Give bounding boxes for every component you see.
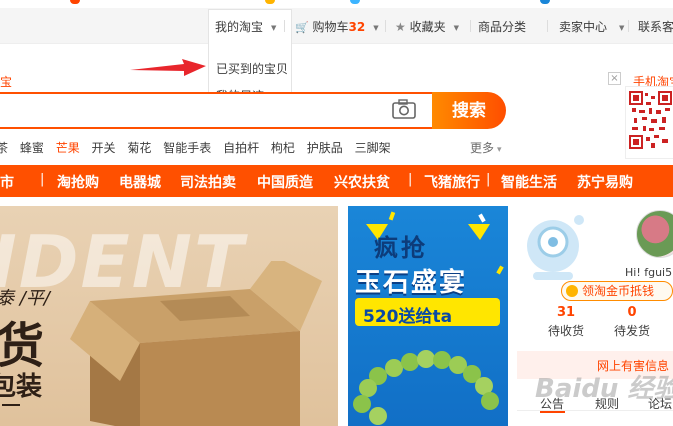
hot-word[interactable]: 菊花 (127, 141, 151, 155)
banner-subtitle: 包装 (0, 372, 43, 402)
divider (470, 20, 471, 32)
coin-button[interactable]: 领淘金币抵钱 (561, 281, 673, 301)
hot-words: 茶 蜂蜜 芒果 开关 菊花 智能手表 自拍杆 枸杞 护肤品 三脚架 (0, 139, 399, 156)
hot-word[interactable]: 开关 (92, 141, 116, 155)
promo-title: 疯抢 (374, 234, 428, 262)
stat-receiving-count[interactable]: 31 (541, 305, 591, 320)
red-arrow-annotation (130, 59, 206, 76)
nav-separator: | (408, 172, 413, 187)
hot-word[interactable]: 自拍杆 (223, 141, 259, 155)
cart-link[interactable]: 🛒 购物车32 ▼ (295, 18, 379, 35)
caret-down-icon: ▼ (271, 23, 277, 32)
hot-word[interactable]: 智能手表 (163, 141, 211, 155)
hot-word[interactable]: 茶 (0, 141, 8, 155)
hot-word[interactable]: 三脚架 (355, 141, 391, 155)
nav-separator: | (40, 172, 45, 187)
promo-pill-text: 520送给ta (363, 307, 453, 327)
nav-item[interactable]: 淘抢购 (57, 172, 99, 192)
nav-item[interactable]: 市 (0, 172, 14, 192)
cart-count: 32 (348, 20, 366, 34)
camera-icon[interactable] (392, 99, 416, 119)
mascot-icon (527, 215, 584, 280)
hot-word[interactable]: 芒果 (56, 141, 80, 155)
nav-separator: | (486, 172, 491, 187)
qr-code-pattern (629, 90, 673, 150)
caret-down-icon: ▼ (453, 23, 459, 32)
more-link[interactable]: 更多 ▾ (470, 139, 502, 156)
my-taobao-menu[interactable]: 我的淘宝 ▼ (215, 18, 276, 35)
hot-word[interactable]: 枸杞 (271, 141, 295, 155)
chevron-down-icon: ▾ (497, 145, 502, 155)
nav-item[interactable]: 苏宁易购 (577, 172, 633, 192)
favorites-link[interactable]: ★ 收藏夹 ▼ (395, 18, 459, 35)
hot-word[interactable]: 护肤品 (307, 141, 343, 155)
favorites-label: 收藏夹 (409, 20, 446, 34)
star-icon: ★ (395, 20, 406, 34)
main-banner[interactable]: IDENT 泰 /平/ 货 包装 (0, 206, 338, 426)
contact-label: 联系客 (638, 20, 673, 34)
banner-underline (2, 404, 20, 406)
seller-center-label: 卖家中心 (559, 20, 608, 34)
promo-headline: 玉石盛宴 (355, 268, 468, 298)
nav-item[interactable]: 中国质造 (257, 172, 313, 192)
search-button[interactable]: 搜索 (432, 92, 506, 129)
nav-item[interactable]: 司法拍卖 (180, 172, 236, 192)
main-nav: 市 | 淘抢购 电器城 司法拍卖 中国质造 兴农扶贫 | 飞猪旅行 | 智能生活… (0, 165, 673, 197)
my-taobao-label: 我的淘宝 (215, 20, 264, 34)
divider (628, 20, 629, 32)
cardboard-box-image (70, 261, 322, 426)
qr-close-icon[interactable]: × (608, 72, 621, 85)
baidu-watermark: Baidu 经验 (535, 374, 673, 404)
active-tab-indicator (540, 411, 565, 413)
nav-item[interactable]: 电器城 (119, 172, 161, 192)
caret-down-icon: ▼ (373, 23, 379, 32)
stat-shipping-label[interactable]: 待发货 (607, 322, 657, 339)
cart-icon: 🛒 (295, 21, 309, 34)
coin-icon (566, 285, 578, 297)
more-label: 更多 (470, 141, 495, 155)
divider (385, 20, 386, 32)
hot-word[interactable]: 蜂蜜 (20, 141, 44, 155)
nav-item[interactable]: 兴农扶贫 (334, 172, 390, 192)
top-color-strip (0, 0, 673, 8)
divider (284, 20, 285, 32)
contact-link[interactable]: 联系客 (638, 18, 673, 35)
search-input[interactable] (0, 92, 435, 129)
coin-button-label: 领淘金币抵钱 (582, 284, 655, 298)
divider (547, 20, 548, 32)
categories-link[interactable]: 商品分类 (478, 18, 526, 35)
stat-shipping-count[interactable]: 0 (607, 305, 657, 320)
nav-item[interactable]: 飞猪旅行 (424, 172, 480, 192)
qr-code (625, 86, 673, 159)
categories-label: 商品分类 (478, 20, 527, 34)
seller-center-link[interactable]: 卖家中心 ▼ (559, 18, 624, 35)
stat-receiving-label[interactable]: 待收货 (541, 322, 591, 339)
user-greeting: Hi! fgui5 (625, 266, 673, 279)
nav-item[interactable]: 智能生活 (501, 172, 557, 192)
dropdown-item-purchased[interactable]: 已买到的宝贝 (216, 60, 288, 77)
caret-down-icon: ▼ (619, 23, 625, 32)
search-hint: 宝 (0, 75, 13, 89)
cart-label: 购物车 (312, 20, 349, 34)
